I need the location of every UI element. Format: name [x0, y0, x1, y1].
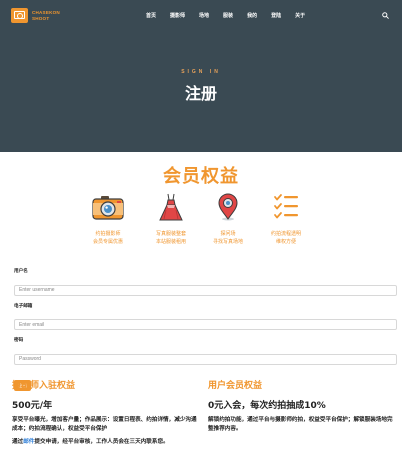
email-input[interactable] — [14, 319, 397, 330]
nav-venues[interactable]: 场地 — [199, 12, 209, 19]
camera-icon — [92, 196, 124, 220]
user-description: 解锁约拍功能，通过平台与摄影师约拍，权益受平台保护；解锁服装场地完整推荐内容。 — [208, 417, 393, 432]
email-link[interactable]: 邮件 — [23, 439, 34, 445]
benefit-line-1: 约拍流程透明 — [270, 231, 301, 237]
page-title: 注册 — [184, 84, 217, 103]
email-group: 电子邮箱 — [14, 303, 398, 330]
benefits-heading: 会员权益 — [163, 166, 239, 187]
logo-line-2: SHOOT — [32, 15, 50, 21]
username-label: 用户名 — [14, 269, 28, 274]
username-group: 用户名 — [14, 268, 398, 296]
password-input[interactable] — [14, 353, 397, 365]
user-heading: 用户会员权益 — [208, 381, 263, 391]
username-input[interactable] — [14, 284, 397, 296]
nav-photographers[interactable]: 摄影师 — [170, 12, 185, 19]
hero-banner: CHASEKON SHOOT 首页 摄影师 场地 服装 我的 登陆 关于 SIG… — [0, 0, 402, 152]
password-label: 密码 — [14, 338, 24, 343]
contact-text-post: 提交申请，经平台审核，工作人员会在三天内联系您。 — [34, 439, 169, 445]
user-price: 0元入会，每次约拍抽成10% — [208, 401, 326, 411]
nav-home[interactable]: 首页 — [146, 12, 156, 19]
dress-icon — [159, 193, 183, 221]
benefit-line-1: 约拍摄影师 — [95, 231, 121, 237]
photographer-benefits: 摄影师入驻权益 500元/年 享受平台曝光，增加客户量；作品展示：设置日程表、约… — [12, 378, 202, 447]
location-pin-icon — [218, 193, 238, 221]
register-form: 用户名 电子邮箱 密码 注册 — [14, 268, 398, 391]
photographer-description: 享受平台曝光，增加客户量；作品展示：设置日程表、约拍详情，减少沟通成本；约拍流程… — [12, 417, 197, 432]
nav-costumes[interactable]: 服装 — [223, 12, 233, 19]
benefit-line-2: 维权方便 — [275, 239, 296, 245]
checklist-icon — [274, 194, 298, 219]
main-nav: 首页 摄影师 场地 服装 我的 登陆 关于 — [146, 12, 319, 19]
benefits-row: 约拍摄影师 会员专属优惠 写真服装整套 本站服装租用 探问场 寻找写真场地 约拍… — [80, 192, 320, 262]
page-subtitle: SIGN IN — [181, 69, 221, 75]
search-icon[interactable] — [382, 12, 389, 19]
benefit-line-2: 会员专属优惠 — [92, 239, 123, 245]
site-logo[interactable]: CHASEKON SHOOT — [11, 8, 60, 23]
logo-text: CHASEKON SHOOT — [32, 10, 60, 22]
photographer-heading: 摄影师入驻权益 — [12, 381, 76, 391]
password-group: 密码 — [14, 337, 398, 365]
benefit-item: 约拍摄影师 会员专属优惠 — [73, 192, 143, 246]
nav-about[interactable]: 关于 — [295, 12, 305, 19]
benefit-item: 约拍流程透明 维权方便 — [251, 192, 321, 246]
contact-text-pre: 通过 — [12, 439, 24, 445]
nav-login[interactable]: 登陆 — [271, 12, 281, 19]
email-label: 电子邮箱 — [14, 303, 33, 309]
photographer-price: 500元/年 — [12, 401, 53, 411]
logo-line-1: CHASEKON — [32, 9, 60, 15]
photographer-contact: 通过邮件提交申请，经平台审核，工作人员会在三天内联系您。 — [12, 438, 202, 447]
nav-mine[interactable]: 我的 — [247, 12, 257, 19]
user-benefits: 用户会员权益 0元入会，每次约拍抽成10% 解锁约拍功能，通过平台与摄影师约拍，… — [208, 378, 398, 433]
camera-logo-icon — [11, 8, 28, 23]
